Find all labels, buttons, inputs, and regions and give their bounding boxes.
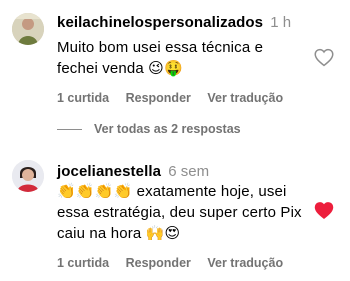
comment-text-line: caiu na hora 🙌😍 bbox=[57, 225, 181, 242]
comment-actions: 1 curtida Responder Ver tradução bbox=[57, 91, 296, 105]
comment-text: 👏👏👏👏 exatamente hoje, usei essa estratég… bbox=[57, 181, 302, 244]
reply-button[interactable]: Responder bbox=[126, 256, 191, 270]
comment-text-line: essa estratégia, deu super certo Pix bbox=[57, 204, 302, 221]
view-replies-button[interactable]: Ver todas as 2 respostas bbox=[57, 122, 241, 136]
comment-header: jocelianestella 6 sem bbox=[57, 163, 209, 180]
replies-divider bbox=[57, 128, 82, 130]
likes-count[interactable]: 1 curtida bbox=[57, 256, 109, 270]
comment-text-line: Muito bom usei essa técnica e bbox=[57, 39, 264, 56]
reply-button[interactable]: Responder bbox=[126, 91, 191, 105]
comment-text-line: 👏👏👏👏 exatamente hoje, usei bbox=[57, 183, 287, 200]
timestamp: 1 h bbox=[270, 14, 292, 31]
translate-button[interactable]: Ver tradução bbox=[207, 91, 283, 105]
like-heart-icon[interactable] bbox=[314, 48, 334, 67]
username[interactable]: jocelianestella bbox=[57, 163, 161, 180]
likes-count[interactable]: 1 curtida bbox=[57, 91, 109, 105]
timestamp: 6 sem bbox=[168, 163, 210, 180]
liked-heart-icon[interactable] bbox=[314, 201, 334, 220]
comment-actions: 1 curtida Responder Ver tradução bbox=[57, 256, 296, 270]
username[interactable]: keilachinelospersonalizados bbox=[57, 14, 263, 31]
avatar[interactable] bbox=[12, 13, 44, 45]
avatar[interactable] bbox=[12, 160, 44, 192]
view-replies-label[interactable]: Ver todas as 2 respostas bbox=[94, 122, 241, 136]
translate-button[interactable]: Ver tradução bbox=[207, 256, 283, 270]
comment-header: keilachinelospersonalizados 1 h bbox=[57, 14, 291, 31]
comment-text: Muito bom usei essa técnica e fechei ven… bbox=[57, 37, 263, 79]
comment-text-line: fechei venda 😉🤑 bbox=[57, 60, 183, 77]
